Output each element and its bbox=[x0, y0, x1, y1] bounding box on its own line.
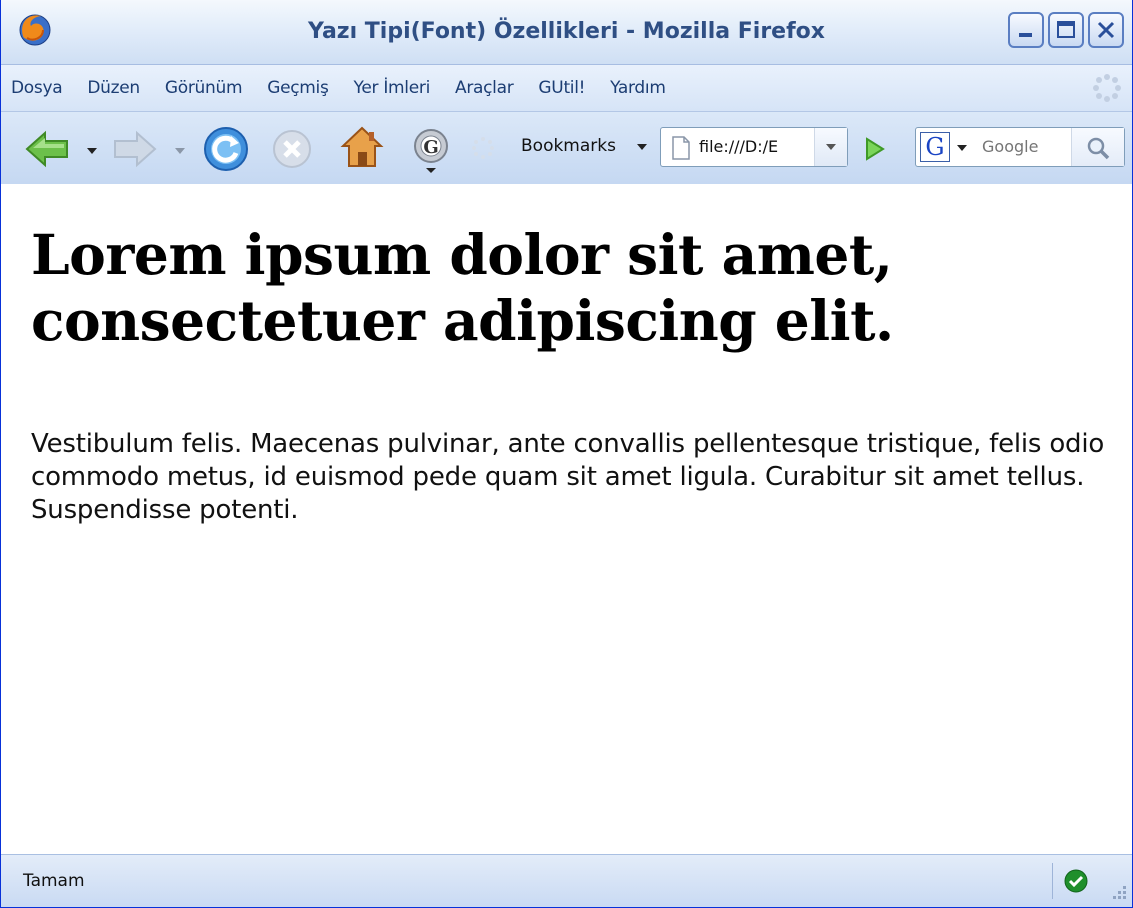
menu-gutil[interactable]: GUtil! bbox=[538, 78, 585, 98]
menu-history[interactable]: Geçmiş bbox=[267, 78, 329, 98]
browser-window: Yazı Tipi(Font) Özellikleri - Mozilla Fi… bbox=[0, 0, 1133, 908]
url-dropdown-icon bbox=[826, 144, 836, 150]
reload-icon[interactable] bbox=[203, 126, 249, 172]
google-engine-icon[interactable]: G bbox=[920, 132, 950, 162]
minimize-icon bbox=[1019, 33, 1032, 37]
status-divider bbox=[1052, 863, 1053, 899]
page-heading: Lorem ipsum dolor sit amet, consectetuer… bbox=[31, 222, 894, 353]
stop-icon[interactable] bbox=[271, 128, 313, 170]
url-text[interactable]: file:///D:/E bbox=[699, 128, 814, 166]
window-title: Yazı Tipi(Font) Özellikleri - Mozilla Fi… bbox=[308, 19, 825, 44]
close-button[interactable] bbox=[1088, 12, 1124, 48]
menu-tools[interactable]: Araçlar bbox=[455, 78, 514, 98]
page-icon bbox=[672, 136, 690, 160]
title-bar[interactable]: Yazı Tipi(Font) Özellikleri - Mozilla Fi… bbox=[1, 0, 1132, 65]
menu-file[interactable]: Dosya bbox=[11, 78, 63, 98]
menu-help[interactable]: Yardım bbox=[610, 78, 666, 98]
throbber-icon bbox=[1093, 74, 1121, 102]
resize-grip-icon[interactable] bbox=[1106, 881, 1128, 903]
url-dropdown-button[interactable] bbox=[814, 128, 847, 166]
bookmarks-dropdown-icon[interactable] bbox=[637, 144, 647, 150]
menu-bar: Dosya Düzen Görünüm Geçmiş Yer İmleri Ar… bbox=[1, 65, 1132, 112]
forward-arrow-icon[interactable] bbox=[111, 129, 159, 169]
back-dropdown-icon[interactable] bbox=[87, 148, 97, 154]
menu-bookmarks[interactable]: Yer İmleri bbox=[354, 78, 431, 98]
engine-dropdown-icon[interactable] bbox=[957, 145, 967, 151]
spinner-icon bbox=[472, 137, 494, 159]
window-controls bbox=[1008, 12, 1124, 48]
page-content: Lorem ipsum dolor sit amet, consectetuer… bbox=[1, 184, 1132, 856]
minimize-button[interactable] bbox=[1008, 12, 1044, 48]
url-bar[interactable]: file:///D:/E bbox=[660, 127, 848, 167]
close-icon bbox=[1097, 21, 1115, 39]
go-arrow-icon[interactable] bbox=[857, 132, 891, 166]
navigation-toolbar: G Bookmarks file:///D:/E G bbox=[1, 112, 1132, 185]
maximize-icon bbox=[1057, 21, 1075, 38]
search-box[interactable]: G bbox=[915, 127, 1125, 167]
menu-view[interactable]: Görünüm bbox=[165, 78, 243, 98]
gear-g-icon[interactable]: G bbox=[411, 124, 451, 174]
forward-dropdown-icon[interactable] bbox=[175, 148, 185, 154]
menu-edit[interactable]: Düzen bbox=[87, 78, 140, 98]
back-arrow-icon[interactable] bbox=[23, 129, 71, 169]
home-icon[interactable] bbox=[339, 124, 385, 170]
maximize-button[interactable] bbox=[1048, 12, 1084, 48]
page-paragraph: Vestibulum felis. Maecenas pulvinar, ant… bbox=[31, 429, 1105, 525]
magnifier-icon bbox=[1087, 137, 1110, 160]
search-button[interactable] bbox=[1071, 128, 1124, 166]
status-text: Tamam bbox=[23, 871, 85, 891]
check-circle-icon[interactable] bbox=[1064, 869, 1088, 893]
search-input[interactable] bbox=[982, 128, 1070, 166]
bookmarks-button[interactable]: Bookmarks bbox=[521, 136, 616, 156]
status-bar: Tamam bbox=[1, 854, 1132, 907]
svg-text:G: G bbox=[423, 137, 438, 158]
